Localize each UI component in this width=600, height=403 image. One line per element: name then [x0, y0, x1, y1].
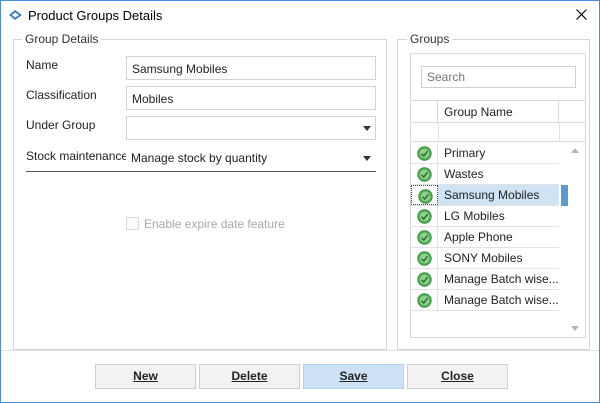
chevron-down-icon[interactable] [363, 126, 371, 131]
row-group-name: Manage Batch wise... [444, 272, 559, 286]
window-title: Product Groups Details [28, 8, 163, 23]
row-icon-cell [411, 185, 438, 205]
check-circle-icon [417, 209, 432, 224]
row-group-name: Primary [444, 146, 486, 160]
row-group-name: Apple Phone [444, 230, 513, 244]
row-icon-cell [411, 227, 438, 247]
title-bar: Product Groups Details [1, 1, 599, 30]
row-icon-cell [411, 269, 438, 289]
name-label: Name [26, 58, 59, 72]
grid-header: Group Name [411, 100, 585, 123]
row-group-name: Manage Batch wise... [444, 293, 559, 307]
row-group-name: Wastes [444, 167, 484, 181]
selection-marker [561, 185, 568, 206]
row-group-name: LG Mobiles [444, 209, 505, 223]
row-icon-cell [411, 248, 438, 268]
header-spacer [559, 101, 585, 123]
group-row[interactable]: Primary [411, 143, 559, 164]
classification-label: Classification [26, 88, 97, 102]
groups-grid: Group Name Primary Wastes Samsung Mobiles L… [410, 53, 586, 338]
product-groups-window: Product Groups Details Group Details Nam… [0, 0, 600, 403]
check-circle-icon [417, 293, 432, 308]
close-icon [576, 9, 587, 20]
check-circle-icon [417, 167, 432, 182]
close-button[interactable]: Close [407, 364, 508, 389]
group-row[interactable]: Manage Batch wise... [411, 269, 559, 290]
row-group-name: SONY Mobiles [444, 251, 523, 265]
delete-button[interactable]: Delete [199, 364, 300, 389]
save-button[interactable]: Save [303, 364, 404, 389]
under-group-label: Under Group [26, 118, 96, 132]
groups-legend: Groups [407, 32, 453, 46]
row-group-name: Samsung Mobiles [438, 185, 559, 205]
row-icon-cell [411, 290, 438, 310]
stock-maintenance-select[interactable]: Manage stock by quantity [126, 146, 376, 170]
group-details-legend: Group Details [22, 32, 102, 46]
expire-date-label: Enable expire date feature [144, 217, 285, 231]
header-group-name[interactable]: Group Name [438, 101, 559, 123]
group-row[interactable]: SONY Mobiles [411, 248, 559, 269]
row-icon-cell [411, 164, 438, 184]
header-icon-column[interactable] [411, 101, 438, 123]
new-button[interactable]: New [95, 364, 196, 389]
group-row[interactable]: Wastes [411, 164, 559, 185]
name-field[interactable]: Samsung Mobiles [126, 56, 376, 80]
group-row[interactable]: Samsung Mobiles [411, 185, 559, 206]
group-row[interactable]: Manage Batch wise... [411, 290, 559, 311]
scroll-down-arrow[interactable] [571, 326, 579, 331]
search-input[interactable] [421, 66, 576, 88]
footer-bar: New Delete Save Close [1, 350, 599, 402]
check-circle-icon [417, 272, 432, 287]
row-icon-cell [411, 206, 438, 226]
chevron-down-icon[interactable] [363, 156, 371, 161]
group-row[interactable]: Apple Phone [411, 227, 559, 248]
under-group-select[interactable] [126, 116, 376, 140]
close-window-button[interactable] [567, 3, 597, 27]
check-circle-icon [417, 146, 432, 161]
check-circle-icon [417, 251, 432, 266]
scroll-up-arrow[interactable] [571, 148, 579, 153]
divider [26, 171, 376, 172]
check-circle-icon [418, 189, 433, 204]
expire-date-checkbox[interactable] [126, 217, 139, 230]
stock-maintenance-label: Stock maintenance [26, 149, 129, 163]
check-circle-icon [417, 230, 432, 245]
row-icon-cell [411, 143, 438, 163]
filter-row[interactable] [411, 122, 585, 142]
group-row[interactable]: LG Mobiles [411, 206, 559, 227]
classification-field[interactable]: Mobiles [126, 86, 376, 110]
app-icon [9, 10, 22, 20]
